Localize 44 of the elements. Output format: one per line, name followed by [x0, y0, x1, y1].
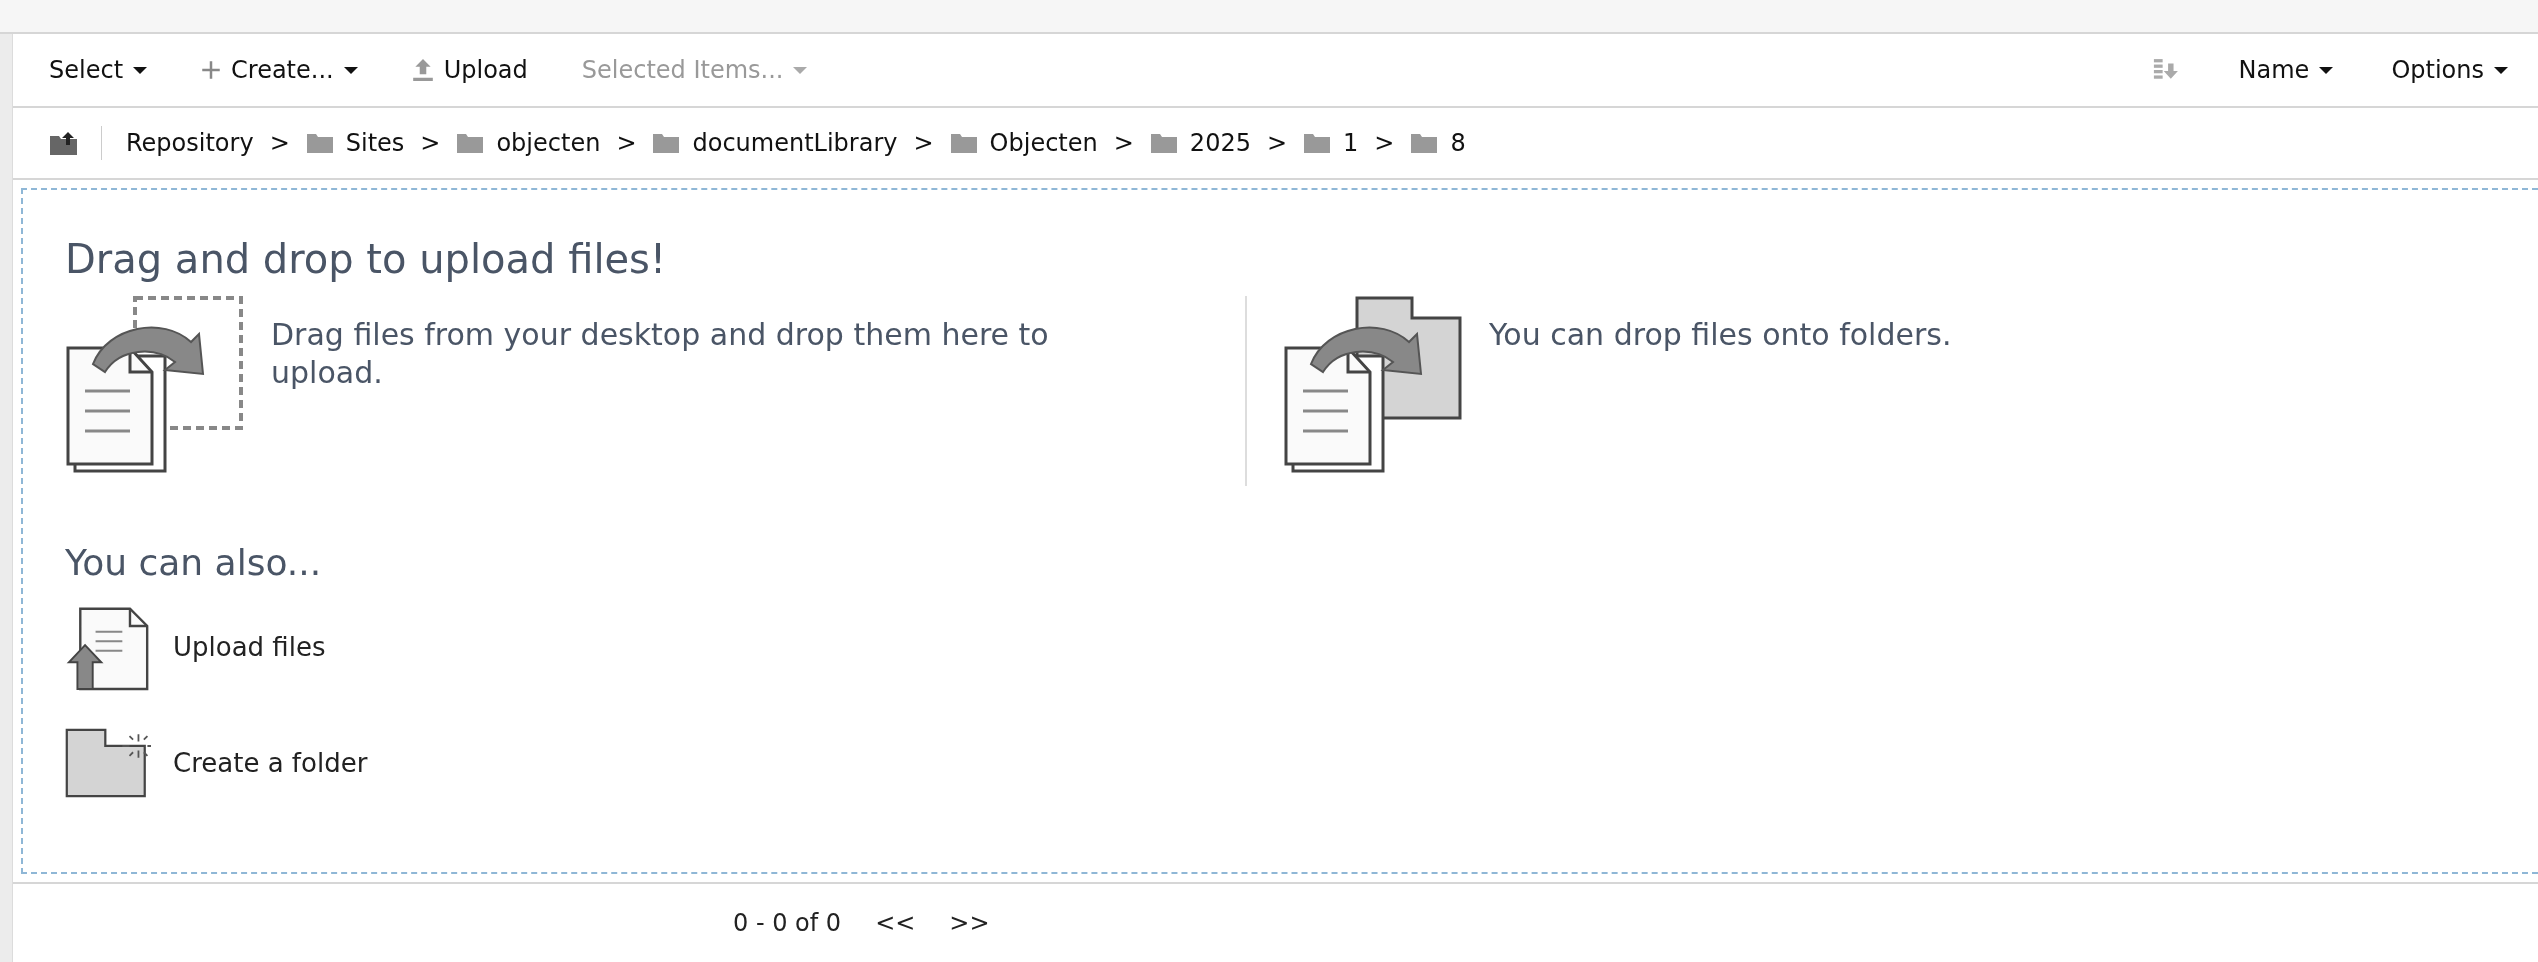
previous-page-link[interactable]: <<	[875, 909, 916, 937]
plus-icon	[201, 60, 222, 80]
drop-hint-text: Drag files from your desktop and drop them here to upload.	[271, 316, 1050, 391]
also-title: You can also...	[65, 542, 323, 583]
breadcrumb-link[interactable]: objecten	[496, 129, 601, 157]
breadcrumb-separator: >	[1374, 129, 1395, 157]
caret-icon	[2494, 66, 2508, 74]
folder-icon	[456, 132, 485, 154]
breadcrumb-separator: >	[616, 129, 637, 157]
action-link[interactable]: Create a folder	[173, 748, 368, 778]
parent-folder-icon[interactable]	[49, 130, 79, 156]
folder-icon	[652, 132, 681, 154]
caret-icon	[793, 66, 808, 74]
caret-icon	[133, 66, 148, 74]
breadcrumb-link[interactable]: Repository	[126, 129, 254, 157]
breadcrumb-link[interactable]: 1	[1343, 129, 1359, 157]
caret-icon	[2319, 66, 2334, 74]
action-link[interactable]: Upload files	[173, 632, 326, 662]
breadcrumb-separator: >	[913, 129, 934, 157]
breadcrumb-link[interactable]: 2025	[1189, 129, 1251, 157]
folder-icon	[305, 132, 334, 154]
upload-button[interactable]: Upload	[411, 56, 528, 84]
breadcrumb-link[interactable]: Objecten	[989, 129, 1098, 157]
folder-icon	[1410, 132, 1439, 154]
drop-hint-text: You can drop files onto folders.	[1489, 316, 1953, 354]
create-menu-button[interactable]: Create...	[201, 56, 358, 84]
breadcrumb-separator: >	[1266, 129, 1288, 157]
page-range: 0 - 0 of 0	[733, 909, 842, 937]
breadcrumb-link[interactable]: documentLibrary	[692, 129, 898, 157]
breadcrumb-link[interactable]: Sites	[345, 129, 405, 157]
breadcrumb-separator: >	[1113, 129, 1134, 157]
folder-icon	[1303, 132, 1332, 154]
breadcrumb-separator: >	[269, 129, 290, 157]
menu-button[interactable]: Select	[49, 56, 148, 84]
next-page-link[interactable]: >>	[949, 909, 990, 937]
sort-field-button[interactable]: Name	[2238, 56, 2334, 84]
breadcrumb-separator: >	[420, 129, 441, 157]
drop-zone-title: Drag and drop to upload files!	[65, 236, 667, 282]
breadcrumb-link[interactable]: 8	[1450, 129, 1466, 157]
options-button[interactable]: Options	[2391, 56, 2508, 84]
folder-icon	[949, 132, 978, 154]
folder-icon	[1149, 132, 1178, 154]
caret-icon	[343, 66, 358, 74]
upload-icon	[411, 58, 434, 82]
